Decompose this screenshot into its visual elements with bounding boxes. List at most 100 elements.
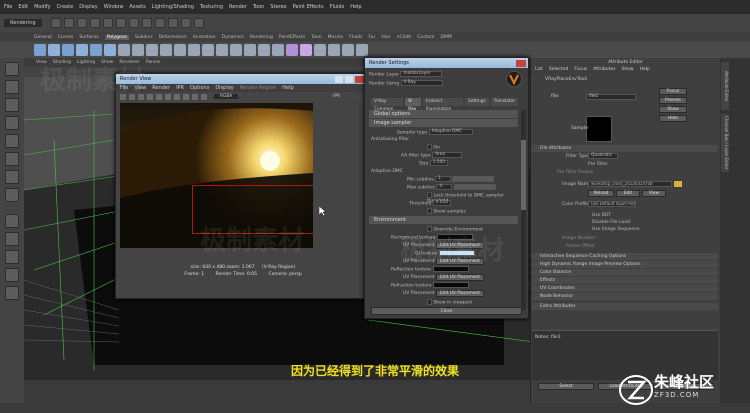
tab-translator[interactable]: Translator: [490, 98, 518, 106]
menu-window[interactable]: Window: [104, 4, 124, 10]
render-view-window[interactable]: Render View File View Render IPR Options…: [115, 73, 371, 299]
tab-settings[interactable]: Settings: [465, 98, 489, 106]
shelf-tab-active[interactable]: Polygons: [104, 34, 129, 40]
lock-threshold-checkbox[interactable]: [427, 192, 432, 198]
split-polygon-icon[interactable]: [216, 44, 228, 56]
ae-node-tab[interactable]: VRayPlaceEnvTex4: [531, 75, 720, 84]
min-subdivs-slider[interactable]: [452, 176, 495, 182]
rv-menu-render-region[interactable]: Render Region: [240, 85, 277, 91]
sampler-type-select[interactable]: Adaptive DMC: [428, 129, 473, 135]
ipr-render-icon[interactable]: [180, 18, 191, 28]
settings-scrollbar[interactable]: [521, 110, 526, 310]
snap-curve-icon[interactable]: [141, 18, 152, 28]
aa-filter-select[interactable]: Area: [432, 152, 463, 158]
section-image-sampler[interactable]: Image sampler: [369, 119, 518, 127]
uv-editor-icon[interactable]: [286, 44, 298, 56]
menu-render[interactable]: Render: [229, 4, 247, 10]
max-subdivs-slider[interactable]: [453, 184, 496, 190]
menu-paint-effects[interactable]: Paint Effects: [293, 4, 324, 10]
tab-indirect-illumination[interactable]: Indirect Illumination: [422, 98, 464, 112]
shelf-tab[interactable]: Dynamics: [222, 35, 244, 40]
poly-torus-icon[interactable]: [104, 44, 116, 56]
alpha-channel-icon[interactable]: [201, 93, 207, 100]
shelf-tab[interactable]: PaintEffects: [279, 35, 305, 40]
pre-filter-checkbox-label[interactable]: Pre Filter: [588, 162, 608, 167]
max-subdivs-field[interactable]: 4: [436, 184, 453, 190]
menu-toon[interactable]: Toon: [253, 4, 265, 10]
ae-show-button[interactable]: Show: [659, 106, 687, 113]
shelf-tab[interactable]: Fur: [368, 35, 375, 40]
tab-vray-common[interactable]: V-Ray Common: [371, 98, 404, 112]
disable-file-load-checkbox-label[interactable]: Disable File Load: [592, 220, 630, 225]
ae-file-name-field[interactable]: file1: [586, 94, 636, 100]
rv-menu-display[interactable]: Display: [215, 85, 233, 91]
render-frame-icon[interactable]: [167, 18, 178, 28]
menu-create[interactable]: Create: [57, 4, 74, 10]
remove-image-icon[interactable]: [183, 93, 189, 100]
show-samples-checkbox[interactable]: [427, 208, 432, 214]
view-button[interactable]: View: [642, 190, 666, 197]
minimize-icon[interactable]: [335, 75, 343, 83]
poly-cube-icon[interactable]: [48, 44, 60, 56]
lasso-tool-icon[interactable]: [5, 80, 19, 94]
maximize-icon[interactable]: [345, 75, 353, 83]
refraction-edit-uv-button[interactable]: Edit UV Placement: [435, 290, 484, 297]
merge-icon[interactable]: [272, 44, 284, 56]
append-polygon-icon[interactable]: [202, 44, 214, 56]
close-button[interactable]: Close: [371, 307, 522, 315]
single-view-layout-icon[interactable]: [5, 214, 19, 228]
scale-tool-icon[interactable]: [5, 152, 19, 166]
folder-icon[interactable]: [674, 181, 682, 187]
rotate-tool-icon[interactable]: [5, 134, 19, 148]
shelf-tab[interactable]: Custom: [417, 35, 434, 40]
poly-sphere-icon[interactable]: [34, 44, 46, 56]
smooth-icon[interactable]: [160, 44, 172, 56]
combine-icon[interactable]: [118, 44, 130, 56]
select-component-icon[interactable]: [115, 18, 126, 28]
rv-menu-options[interactable]: Options: [190, 85, 209, 91]
ae-menu-attributes[interactable]: Attributes: [593, 67, 615, 75]
viewport-menu-panels[interactable]: Panels: [146, 60, 160, 65]
four-view-layout-icon[interactable]: [5, 232, 19, 246]
planar-map-icon[interactable]: [314, 44, 326, 56]
ae-section-color-balance[interactable]: Color Balance: [532, 269, 718, 276]
snapshot-icon[interactable]: [156, 93, 162, 100]
select-tool-icon[interactable]: [5, 62, 19, 76]
ae-menu-show[interactable]: Show: [621, 67, 633, 75]
filter-type-select[interactable]: Quadratic: [588, 153, 618, 159]
render-view-titlebar[interactable]: Render View: [116, 74, 370, 84]
mirror-icon[interactable]: [300, 44, 312, 56]
ae-section-effects[interactable]: Effects: [532, 277, 718, 284]
poly-cone-icon[interactable]: [76, 44, 88, 56]
bridge-icon[interactable]: [188, 44, 200, 56]
shelf-tab[interactable]: General: [34, 35, 52, 40]
shelf-tab[interactable]: Animation: [193, 35, 216, 40]
last-tool-icon[interactable]: [5, 188, 19, 202]
ae-section-caching[interactable]: Interactive Sequence Caching Options: [532, 253, 718, 260]
shelf-tab[interactable]: Surfaces: [79, 35, 99, 40]
rv-menu-render[interactable]: Render: [152, 85, 170, 91]
insert-edge-loop-icon[interactable]: [230, 44, 242, 56]
real-size-icon[interactable]: [165, 93, 171, 100]
section-global-options[interactable]: Global options: [369, 110, 518, 118]
move-tool-icon[interactable]: [5, 116, 19, 130]
menu-lighting-shading[interactable]: Lighting/Shading: [152, 4, 194, 10]
new-scene-icon[interactable]: [50, 18, 61, 28]
render-region-icon[interactable]: [147, 93, 153, 100]
shelf-tab[interactable]: nCloth: [397, 35, 412, 40]
ae-section-file-attributes[interactable]: File Attributes: [532, 145, 718, 152]
rv-menu-help[interactable]: Help: [282, 85, 293, 91]
render-layer-select[interactable]: masterLayer: [400, 71, 443, 77]
cylindrical-map-icon[interactable]: [328, 44, 340, 56]
use-image-sequence-checkbox-label[interactable]: Use Image Sequence: [592, 227, 640, 232]
save-scene-icon[interactable]: [76, 18, 87, 28]
shelf-tab[interactable]: Toon: [311, 35, 321, 40]
extract-icon[interactable]: [146, 44, 158, 56]
ae-section-uv-coordinates[interactable]: UV Coordinates: [532, 285, 718, 292]
select-hierarchy-icon[interactable]: [89, 18, 100, 28]
side-by-side-layout-icon[interactable]: [5, 250, 19, 264]
ae-menu-focus[interactable]: Focus: [574, 67, 587, 75]
ae-presets-button[interactable]: Presets: [659, 97, 687, 104]
ae-menu-list[interactable]: List: [535, 67, 543, 75]
display-mode-select[interactable]: RGBA: [214, 94, 239, 99]
